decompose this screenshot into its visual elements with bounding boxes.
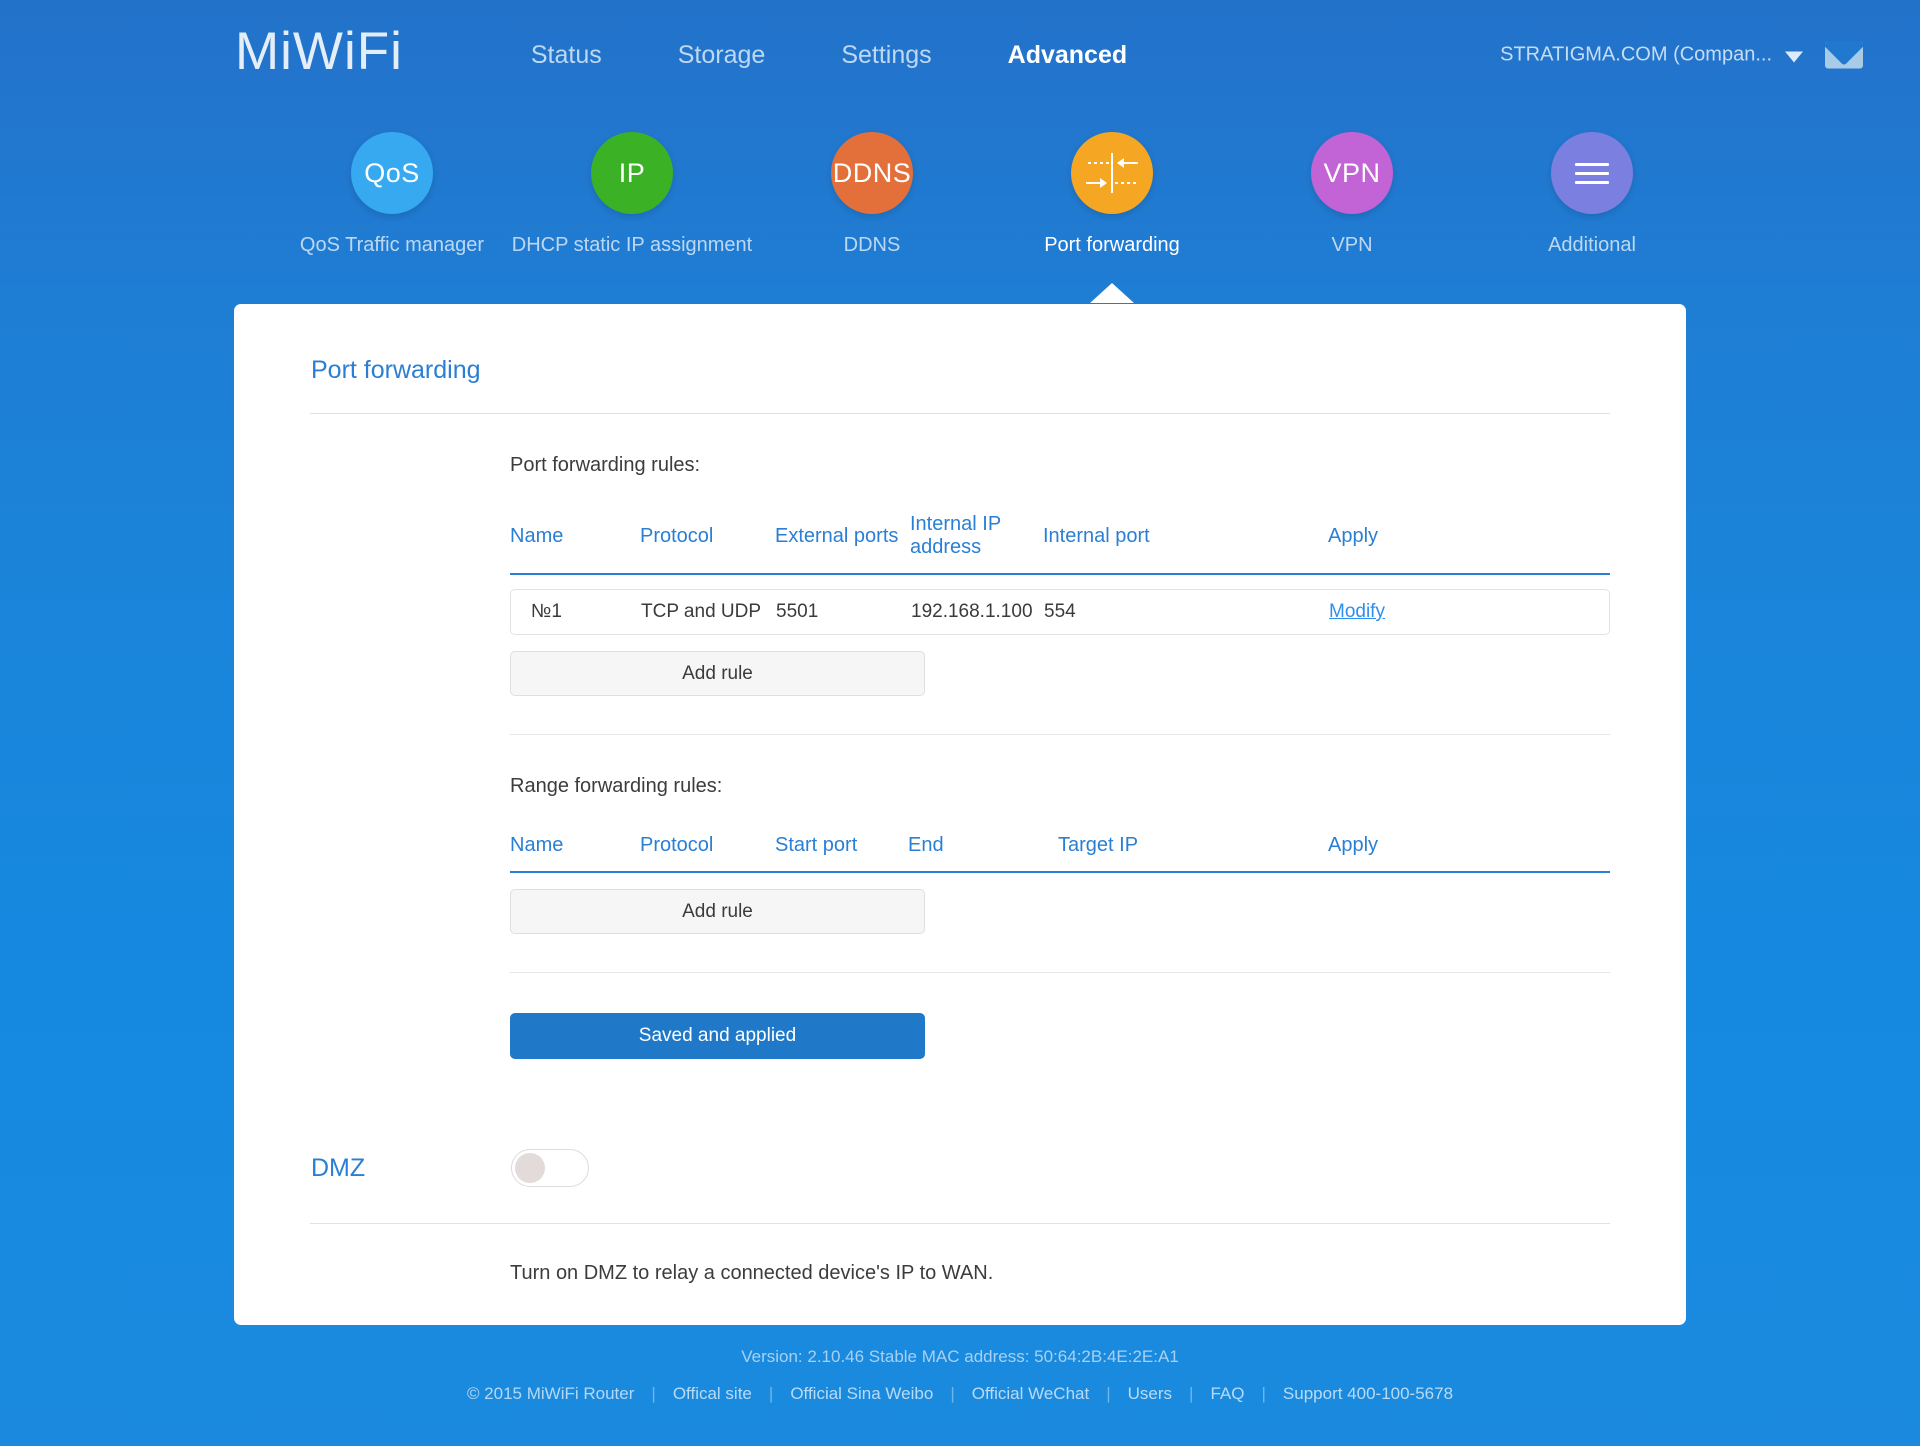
vpn-icon[interactable]: VPN: [1311, 132, 1393, 214]
icon-tile-label-port-forwarding: Port forwarding: [1044, 234, 1180, 256]
col-internal-port: Internal port: [1043, 513, 1328, 575]
account-zone: STRATIGMA.COM (Compan...: [1500, 41, 1863, 69]
footer-links: © 2015 MiWiFi Router | Offical site | Of…: [0, 1384, 1920, 1404]
footer-link-official-site[interactable]: Offical site: [656, 1384, 769, 1404]
ddns-icon[interactable]: DDNS: [831, 132, 913, 214]
page-title: Port forwarding: [310, 356, 1610, 414]
col-start-port: Start port: [775, 834, 908, 873]
footer-copyright: © 2015 MiWiFi Router: [466, 1384, 635, 1403]
hamburger-glyph: [1575, 162, 1609, 184]
icon-tile-port-forwarding[interactable]: Port forwarding: [992, 132, 1232, 303]
port-forwarding-glyph: [1086, 153, 1138, 193]
top-header: MiWiFi Status Storage Settings Advanced …: [0, 0, 1920, 110]
hamburger-icon[interactable]: [1551, 132, 1633, 214]
dmz-description: Turn on DMZ to relay a connected device'…: [510, 1262, 994, 1284]
ddns-icon-label: DDNS: [832, 157, 912, 188]
brand-logo[interactable]: MiWiFi: [235, 25, 403, 78]
account-label: STRATIGMA.COM (Compan...: [1500, 43, 1772, 66]
dmz-label: DMZ: [311, 1153, 366, 1182]
save-button[interactable]: Saved and applied: [510, 1013, 925, 1059]
cell-protocol: TCP and UDP: [641, 601, 762, 622]
dmz-row: DMZ: [310, 1149, 1610, 1224]
port-forwarding-icon[interactable]: [1071, 132, 1153, 214]
col-protocol: Protocol: [640, 513, 775, 575]
col-range-name: Name: [510, 834, 640, 873]
footer-link-wechat[interactable]: Official WeChat: [955, 1384, 1106, 1404]
section-divider-2: [510, 972, 1610, 973]
chevron-down-icon[interactable]: [1785, 51, 1803, 62]
dmz-toggle[interactable]: [511, 1149, 589, 1187]
icon-tile-vpn[interactable]: VPN VPN: [1232, 132, 1472, 257]
nav-item-advanced[interactable]: Advanced: [970, 35, 1165, 76]
add-range-rule-button[interactable]: Add rule: [510, 889, 925, 934]
footer-link-sina-weibo[interactable]: Official Sina Weibo: [773, 1384, 950, 1404]
active-tab-pointer: [1090, 283, 1134, 303]
icon-tile-ddns[interactable]: DDNS DDNS: [752, 132, 992, 257]
add-port-rule-button[interactable]: Add rule: [510, 651, 925, 696]
port-rules-header-row: Name Protocol External ports Internal IP…: [510, 513, 1610, 575]
col-end: End: [908, 834, 1058, 873]
panel-content: Port forwarding rules: Name Protocol Ext…: [310, 414, 1610, 1059]
icon-tile-label-vpn: VPN: [1331, 234, 1373, 256]
cell-internal-port: 554: [1044, 601, 1076, 622]
envelope-icon[interactable]: [1825, 41, 1863, 69]
icon-tile-label-qos: QoS Traffic manager: [299, 234, 485, 256]
port-rules-table: Name Protocol External ports Internal IP…: [510, 513, 1610, 575]
nav-item-storage[interactable]: Storage: [640, 35, 804, 76]
col-external-ports: External ports: [775, 513, 910, 575]
footer-link-support[interactable]: Support 400-100-5678: [1266, 1384, 1470, 1404]
advanced-icon-nav: QoS QoS Traffic manager IP DHCP static I…: [0, 132, 1920, 303]
col-range-protocol: Protocol: [640, 834, 775, 873]
ip-icon[interactable]: IP: [591, 132, 673, 214]
icon-tile-dhcp[interactable]: IP DHCP static IP assignment: [512, 132, 752, 257]
qos-icon[interactable]: QoS: [351, 132, 433, 214]
footer-link-users[interactable]: Users: [1111, 1384, 1189, 1404]
vpn-icon-label: VPN: [1323, 157, 1381, 188]
main-nav: Status Storage Settings Advanced: [493, 35, 1165, 76]
range-rules-header-row: Name Protocol Start port End Target IP A…: [510, 834, 1610, 873]
icon-tile-label-ddns: DDNS: [843, 234, 901, 256]
port-rules-label: Port forwarding rules:: [510, 454, 701, 476]
range-rules-table: Name Protocol Start port End Target IP A…: [510, 834, 1610, 873]
col-apply: Apply: [1328, 513, 1610, 575]
cell-internal-ip: 192.168.1.100: [911, 601, 1033, 622]
icon-tile-additional[interactable]: Additional: [1472, 132, 1712, 257]
cell-external-ports: 5501: [776, 601, 819, 622]
footer-version: Version: 2.10.46 Stable MAC address: 50:…: [741, 1347, 1179, 1366]
col-range-apply: Apply: [1328, 834, 1610, 873]
ip-icon-label: IP: [618, 157, 646, 188]
section-divider: [510, 734, 1610, 735]
cell-name: №1: [531, 601, 562, 622]
icon-tile-qos[interactable]: QoS QoS Traffic manager: [272, 132, 512, 257]
icon-tile-label-additional: Additional: [1548, 234, 1636, 256]
range-rules-label: Range forwarding rules:: [510, 775, 723, 797]
nav-item-status[interactable]: Status: [493, 35, 640, 76]
col-name: Name: [510, 513, 640, 575]
cell-apply: Modify: [1329, 590, 1609, 634]
port-forwarding-panel: Port forwarding Port forwarding rules: N…: [234, 304, 1686, 1325]
col-target-ip: Target IP: [1058, 834, 1328, 873]
modify-link[interactable]: Modify: [1329, 601, 1385, 622]
account-menu[interactable]: STRATIGMA.COM (Compan...: [1500, 44, 1803, 67]
dmz-toggle-knob: [515, 1153, 545, 1183]
col-internal-ip: Internal IP address: [910, 513, 1043, 575]
footer-link-faq[interactable]: FAQ: [1193, 1384, 1261, 1404]
table-row: №1 TCP and UDP 5501 192.168.1.100 554 Mo…: [510, 589, 1610, 635]
footer: Version: 2.10.46 Stable MAC address: 50:…: [0, 1325, 1920, 1404]
nav-item-settings[interactable]: Settings: [803, 35, 969, 76]
qos-icon-label: QoS: [364, 157, 420, 188]
icon-tile-label-dhcp: DHCP static IP assignment: [511, 234, 753, 256]
